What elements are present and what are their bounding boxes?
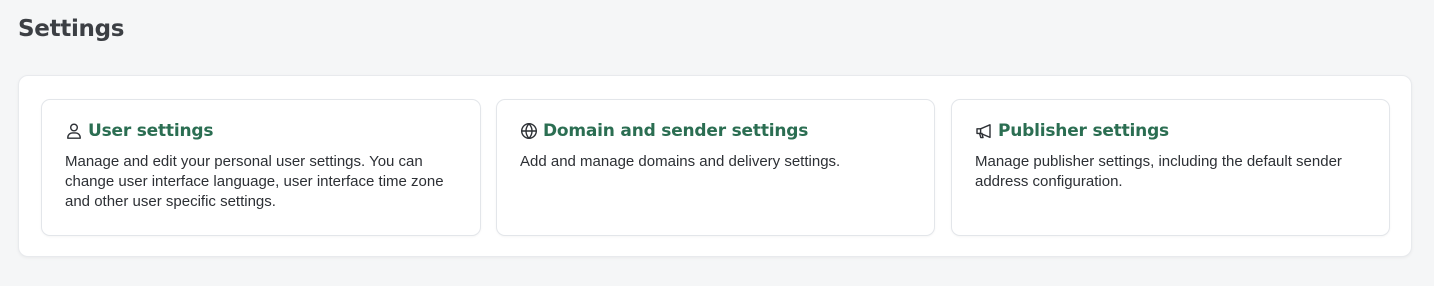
settings-panel: User settings Manage and edit your perso… [18, 75, 1412, 257]
card-header: Publisher settings [975, 121, 1169, 141]
publisher-settings-card[interactable]: Publisher settings Manage publisher sett… [951, 99, 1390, 236]
page-title: Settings [18, 16, 125, 42]
user-settings-card[interactable]: User settings Manage and edit your perso… [41, 99, 481, 236]
card-header: User settings [65, 121, 213, 141]
domain-sender-settings-title[interactable]: Domain and sender settings [543, 121, 808, 141]
user-settings-description: Manage and edit your personal user setti… [65, 153, 444, 210]
domain-sender-settings-description: Add and manage domains and delivery sett… [520, 153, 841, 170]
domain-sender-settings-card[interactable]: Domain and sender settings Add and manag… [496, 99, 935, 236]
user-settings-title[interactable]: User settings [88, 121, 213, 141]
publisher-settings-title[interactable]: Publisher settings [998, 121, 1169, 141]
megaphone-icon [975, 122, 993, 140]
globe-icon [520, 122, 538, 140]
user-icon [65, 122, 83, 140]
card-header: Domain and sender settings [520, 121, 808, 141]
publisher-settings-description: Manage publisher settings, including the… [975, 153, 1342, 190]
